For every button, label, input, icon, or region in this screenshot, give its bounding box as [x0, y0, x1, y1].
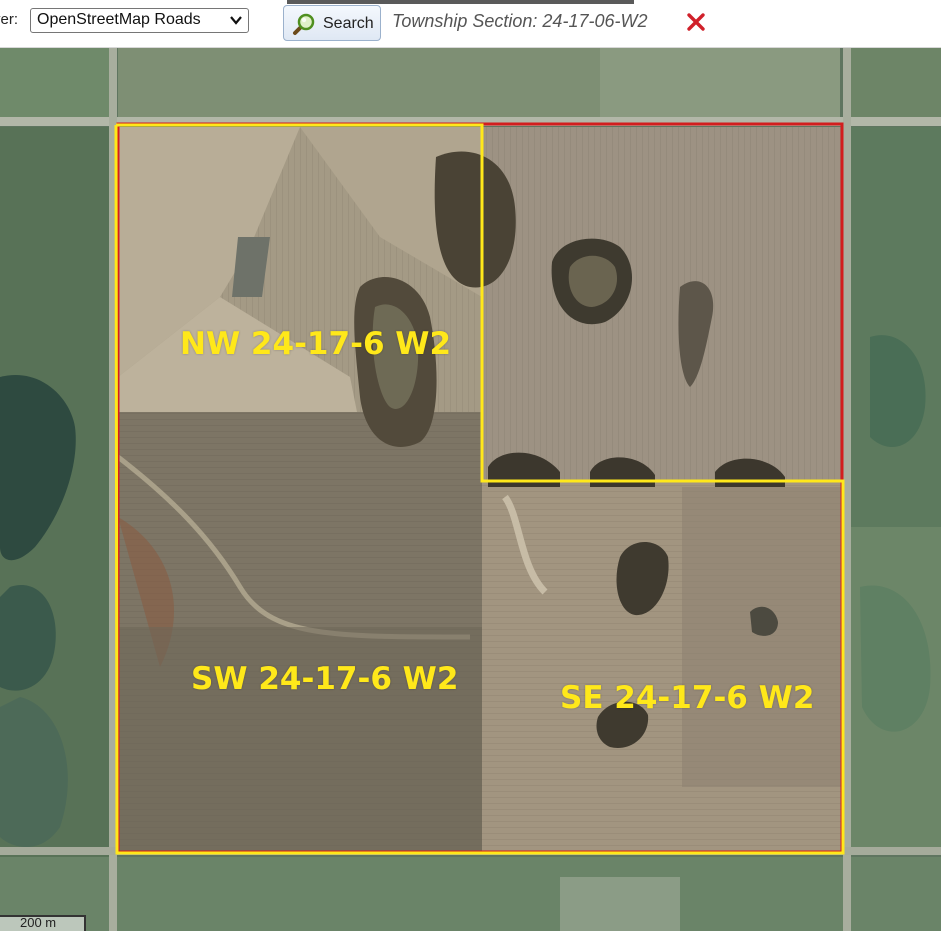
quarter-label-nw: NW 24-17-6 W2 — [180, 326, 452, 362]
search-button[interactable]: Search — [283, 5, 381, 41]
layer-label: yer: — [0, 11, 19, 28]
layer-select[interactable]: OpenStreetMap Roads — [30, 8, 249, 33]
chevron-down-icon — [230, 16, 242, 25]
toolbar-strip — [287, 0, 634, 4]
close-icon[interactable] — [686, 12, 706, 32]
scale-bar-label: 200 m — [20, 915, 57, 930]
quarter-label-sw: SW 24-17-6 W2 — [191, 661, 459, 697]
quarter-label-se: SE 24-17-6 W2 — [560, 680, 815, 716]
toolbar: yer: OpenStreetMap Roads Search Township… — [0, 0, 941, 48]
search-button-label: Search — [323, 15, 374, 32]
satellite-map[interactable]: NW 24-17-6 W2 SW 24-17-6 W2 SE 24-17-6 W… — [0, 47, 941, 931]
layer-select-value: OpenStreetMap Roads — [37, 11, 201, 28]
township-section-text: Township Section: 24-17-06-W2 — [392, 11, 648, 31]
magnifier-icon — [293, 13, 315, 35]
scale-bar: 200 m — [0, 915, 86, 931]
satellite-imagery — [0, 47, 941, 931]
